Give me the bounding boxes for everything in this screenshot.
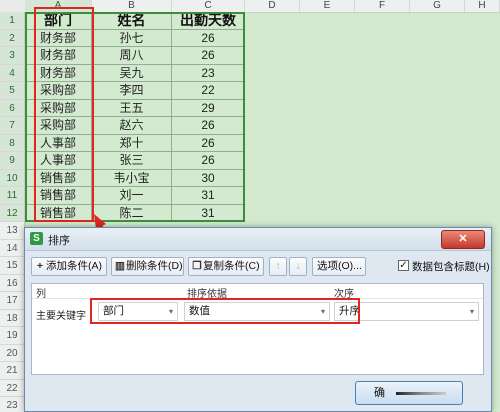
- order-select[interactable]: 升序 ▾: [334, 302, 479, 321]
- ok-label-obscured: [396, 392, 446, 395]
- add-condition-label: 添加条件(A): [46, 260, 102, 272]
- ok-button[interactable]: 确: [355, 381, 463, 405]
- checkmark-icon: ✓: [399, 260, 408, 271]
- sort-conditions-list: 列 排序依据 次序 主要关键字 部门 ▾ 数值 ▾ 升序 ▾: [31, 283, 484, 375]
- close-button[interactable]: ✕: [441, 230, 485, 249]
- delete-condition-button[interactable]: ▥删除条件(D): [111, 257, 184, 276]
- chevron-down-icon: ▾: [469, 307, 474, 316]
- dialog-titlebar[interactable]: S 排序 ✕: [25, 228, 491, 251]
- copy-icon: ❐: [192, 260, 202, 272]
- column-header-label: 列: [36, 289, 46, 300]
- basis-select-value: 数值: [189, 305, 210, 317]
- chevron-down-icon: ▾: [320, 307, 325, 316]
- ok-label: 确: [374, 387, 385, 399]
- column-select[interactable]: 部门 ▾: [98, 302, 178, 321]
- order-header-label: 次序: [334, 289, 354, 300]
- plus-icon: +: [36, 260, 44, 272]
- move-up-button[interactable]: ↑: [269, 257, 287, 276]
- add-condition-button[interactable]: + 添加条件(A): [31, 257, 107, 276]
- sort-dialog: S 排序 ✕ + 添加条件(A) ▥删除条件(D) ❐复制条件(C) ↑ ↓ 选项…: [24, 227, 492, 412]
- header-checkbox[interactable]: ✓: [398, 260, 409, 271]
- basis-select[interactable]: 数值 ▾: [184, 302, 330, 321]
- order-select-value: 升序: [339, 305, 360, 317]
- dialog-title: 排序: [48, 235, 70, 247]
- options-button[interactable]: 选项(O)...: [312, 257, 366, 276]
- trash-icon: ▥: [115, 260, 125, 272]
- copy-condition-button[interactable]: ❐复制条件(C): [188, 257, 264, 276]
- basis-header-label: 排序依据: [187, 289, 227, 300]
- primary-key-label: 主要关键字: [36, 311, 86, 322]
- copy-condition-label: 复制条件(C): [203, 260, 260, 272]
- dialog-toolbar: + 添加条件(A) ▥删除条件(D) ❐复制条件(C) ↑ ↓ 选项(O)... …: [31, 257, 490, 277]
- move-down-button[interactable]: ↓: [289, 257, 307, 276]
- arrow-down-icon: ↓: [295, 260, 301, 272]
- arrow-up-icon: ↑: [275, 260, 281, 272]
- header-checkbox-label: 数据包含标题(H): [412, 261, 490, 273]
- column-select-value: 部门: [103, 305, 124, 317]
- list-header: 列 排序依据 次序: [32, 284, 483, 300]
- app-icon: S: [30, 232, 43, 245]
- chevron-down-icon: ▾: [168, 307, 173, 316]
- close-icon: ✕: [458, 233, 468, 245]
- delete-condition-label: 删除条件(D): [126, 260, 183, 272]
